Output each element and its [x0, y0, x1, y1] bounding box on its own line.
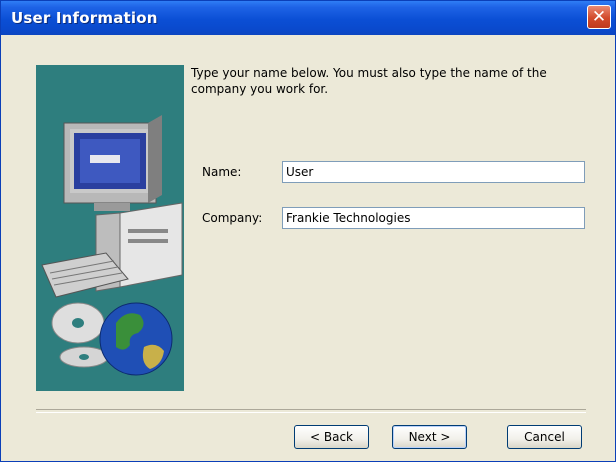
company-field[interactable]	[282, 207, 585, 229]
title-bar[interactable]: User Information ✕	[1, 1, 615, 35]
cancel-button[interactable]: Cancel	[507, 425, 582, 449]
close-icon: ✕	[591, 7, 607, 27]
user-information-dialog: User Information ✕ Type your name below.…	[0, 0, 616, 462]
next-button[interactable]: Next >	[392, 425, 467, 449]
button-separator	[36, 409, 586, 413]
company-label: Company:	[202, 211, 263, 225]
globe-icon	[99, 302, 173, 376]
name-field[interactable]	[282, 161, 585, 183]
cd-icon	[51, 302, 109, 368]
back-button[interactable]: < Back	[294, 425, 369, 449]
instruction-text: Type your name below. You must also type…	[191, 65, 571, 97]
window-title: User Information	[11, 9, 158, 27]
close-button[interactable]: ✕	[587, 5, 611, 29]
instruction-line-2: company you work for.	[191, 82, 329, 96]
setup-illustration	[36, 65, 184, 391]
monitor-icon	[63, 115, 162, 211]
computer-cd-globe-illustration	[41, 115, 183, 376]
instruction-line-1: Type your name below. You must also type…	[191, 66, 547, 80]
name-label: Name:	[202, 165, 242, 179]
